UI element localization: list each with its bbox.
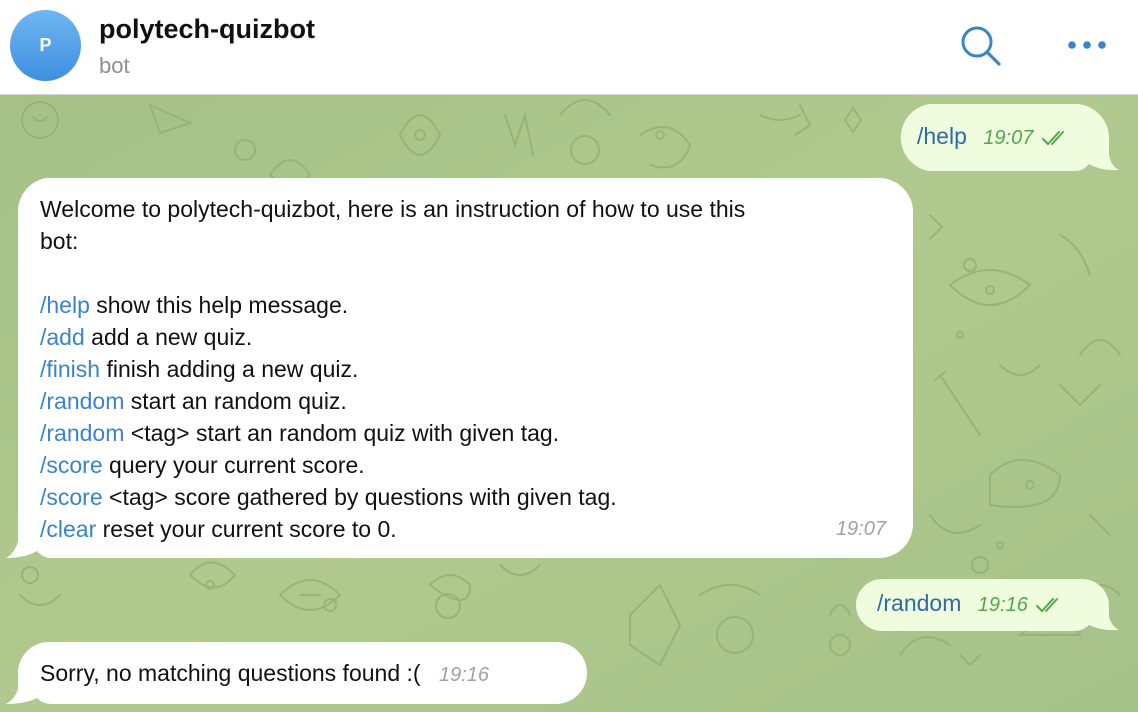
outgoing-message[interactable]: /help 19:07 xyxy=(895,103,1120,172)
more-horizontal-icon xyxy=(1068,41,1106,49)
message-text: Sorry, no matching questions found :( xyxy=(40,660,421,686)
more-button[interactable] xyxy=(1062,26,1112,64)
chat-area[interactable]: /help 19:07 Welcome to polytech-quizbot,… xyxy=(0,95,1138,712)
command-link[interactable]: /score xyxy=(40,484,103,510)
intro-text-2: bot: xyxy=(40,228,79,254)
search-button[interactable] xyxy=(955,22,1007,70)
message-time: 19:07 xyxy=(835,518,886,540)
command-description: start an random quiz. xyxy=(124,388,347,414)
double-check-icon xyxy=(1036,597,1059,613)
avatar[interactable]: P xyxy=(10,10,81,81)
command-description: <tag> score gathered by questions with g… xyxy=(102,484,617,510)
command-description: show this help message. xyxy=(89,292,349,318)
command-link[interactable]: /help xyxy=(40,292,90,318)
command-link[interactable]: /random xyxy=(877,590,961,616)
chat-header: P polytech-quizbot bot xyxy=(0,0,1138,95)
outgoing-message[interactable]: /random 19:16 xyxy=(855,578,1120,632)
double-check-icon xyxy=(1041,130,1064,146)
command-link[interactable]: /score xyxy=(40,452,103,478)
command-link[interactable]: /add xyxy=(40,324,85,350)
incoming-message[interactable]: Welcome to polytech-quizbot, here is an … xyxy=(6,177,913,559)
command-link[interactable]: /random xyxy=(40,420,124,446)
command-description: reset your current score to 0. xyxy=(96,516,397,542)
message-time: 19:16 xyxy=(438,664,490,686)
command-link[interactable]: /random xyxy=(40,388,124,414)
intro-text: Welcome to polytech-quizbot, here is an … xyxy=(40,196,746,222)
chat-title[interactable]: polytech-quizbot xyxy=(99,14,315,45)
command-link[interactable]: /help xyxy=(917,123,967,149)
chat-subtitle: bot xyxy=(99,53,130,78)
command-description: finish adding a new quiz. xyxy=(100,356,359,382)
command-link[interactable]: /clear xyxy=(40,516,96,542)
command-description: query your current score. xyxy=(102,452,365,478)
incoming-message[interactable]: Sorry, no matching questions found :( 19… xyxy=(6,641,588,705)
search-icon xyxy=(961,26,1001,66)
command-link[interactable]: /finish xyxy=(40,356,100,382)
command-description: add a new quiz. xyxy=(84,324,253,350)
message-time: 19:07 xyxy=(983,127,1034,149)
message-time: 19:16 xyxy=(977,594,1028,616)
command-description: <tag> start an random quiz with given ta… xyxy=(124,420,560,446)
